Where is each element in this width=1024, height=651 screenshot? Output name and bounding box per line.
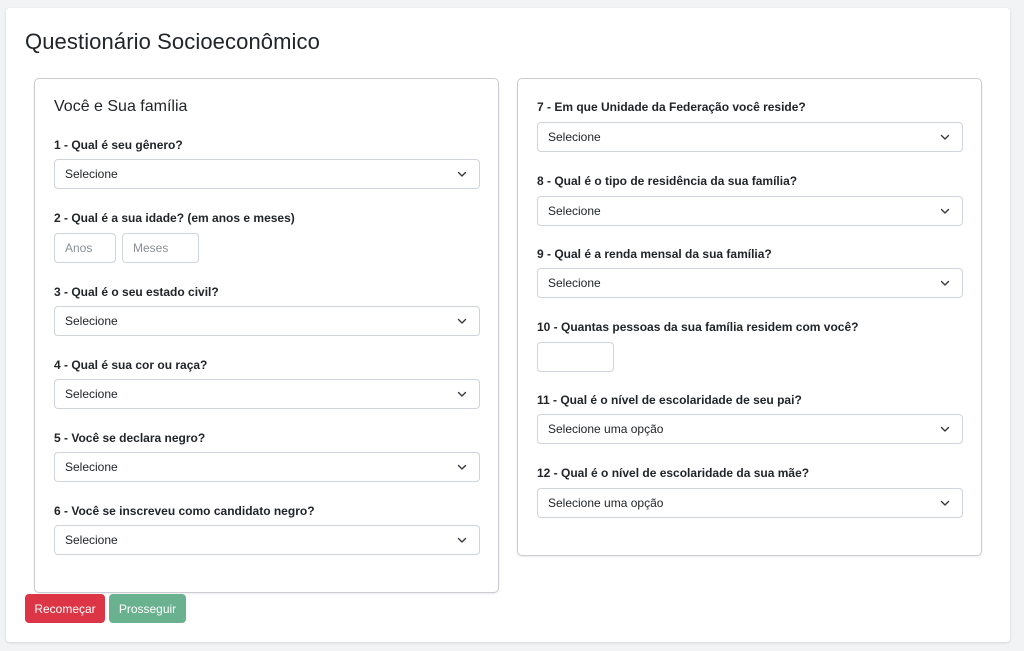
q12-selected-value: Selecione uma opção	[548, 496, 664, 510]
q11-father-education-select[interactable]: Selecione uma opção	[537, 414, 963, 444]
chevron-down-icon	[457, 318, 467, 324]
q8-residence-type-select[interactable]: Selecione	[537, 196, 963, 226]
page-title: Questionário Socioeconômico	[25, 29, 320, 54]
q3-marital-status-select[interactable]: Selecione	[54, 306, 480, 336]
q8-label: 8 - Qual é o tipo de residência da sua f…	[537, 174, 798, 188]
q8-selected-value: Selecione	[548, 204, 601, 218]
age-years-input[interactable]	[54, 233, 116, 263]
q1-label: 1 - Qual é seu gênero?	[54, 138, 183, 152]
chevron-down-icon	[940, 500, 950, 506]
q4-label: 4 - Qual é sua cor ou raça?	[54, 358, 208, 372]
restart-button[interactable]: Recomeçar	[25, 594, 105, 623]
q10-label: 10 - Quantas pessoas da sua família resi…	[537, 320, 859, 334]
q6-selected-value: Selecione	[65, 533, 118, 547]
chevron-down-icon	[457, 171, 467, 177]
q6-black-candidate-select[interactable]: Selecione	[54, 525, 480, 555]
proceed-button[interactable]: Prosseguir	[109, 594, 186, 623]
q6-label: 6 - Você se inscreveu como candidato neg…	[54, 504, 315, 518]
q5-declares-black-select[interactable]: Selecione	[54, 452, 480, 482]
household-count-input[interactable]	[537, 342, 614, 372]
q9-income-select[interactable]: Selecione	[537, 268, 963, 298]
chevron-down-icon	[940, 280, 950, 286]
chevron-down-icon	[940, 134, 950, 140]
chevron-down-icon	[940, 426, 950, 432]
q7-state-select[interactable]: Selecione	[537, 122, 963, 152]
q12-label: 12 - Qual é o nível de escolaridade da s…	[537, 466, 810, 480]
age-months-input[interactable]	[122, 233, 199, 263]
chevron-down-icon	[457, 537, 467, 543]
q3-label: 3 - Qual é o seu estado civil?	[54, 285, 219, 299]
q4-race-select[interactable]: Selecione	[54, 379, 480, 409]
q7-label: 7 - Em que Unidade da Federação você res…	[537, 100, 806, 114]
q5-label: 5 - Você se declara negro?	[54, 431, 206, 445]
q3-selected-value: Selecione	[65, 314, 118, 328]
q2-label: 2 - Qual é a sua idade? (em anos e meses…	[54, 211, 295, 225]
section-title: Você e Sua família	[54, 98, 188, 115]
chevron-down-icon	[940, 208, 950, 214]
chevron-down-icon	[457, 464, 467, 470]
q9-label: 9 - Qual é a renda mensal da sua família…	[537, 247, 772, 261]
q1-selected-value: Selecione	[65, 167, 118, 181]
q1-gender-select[interactable]: Selecione	[54, 159, 480, 189]
q12-mother-education-select[interactable]: Selecione uma opção	[537, 488, 963, 518]
q9-selected-value: Selecione	[548, 276, 601, 290]
q7-selected-value: Selecione	[548, 130, 601, 144]
q11-selected-value: Selecione uma opção	[548, 422, 664, 436]
q11-label: 11 - Qual é o nível de escolaridade de s…	[537, 393, 802, 407]
q5-selected-value: Selecione	[65, 460, 118, 474]
chevron-down-icon	[457, 391, 467, 397]
q4-selected-value: Selecione	[65, 387, 118, 401]
